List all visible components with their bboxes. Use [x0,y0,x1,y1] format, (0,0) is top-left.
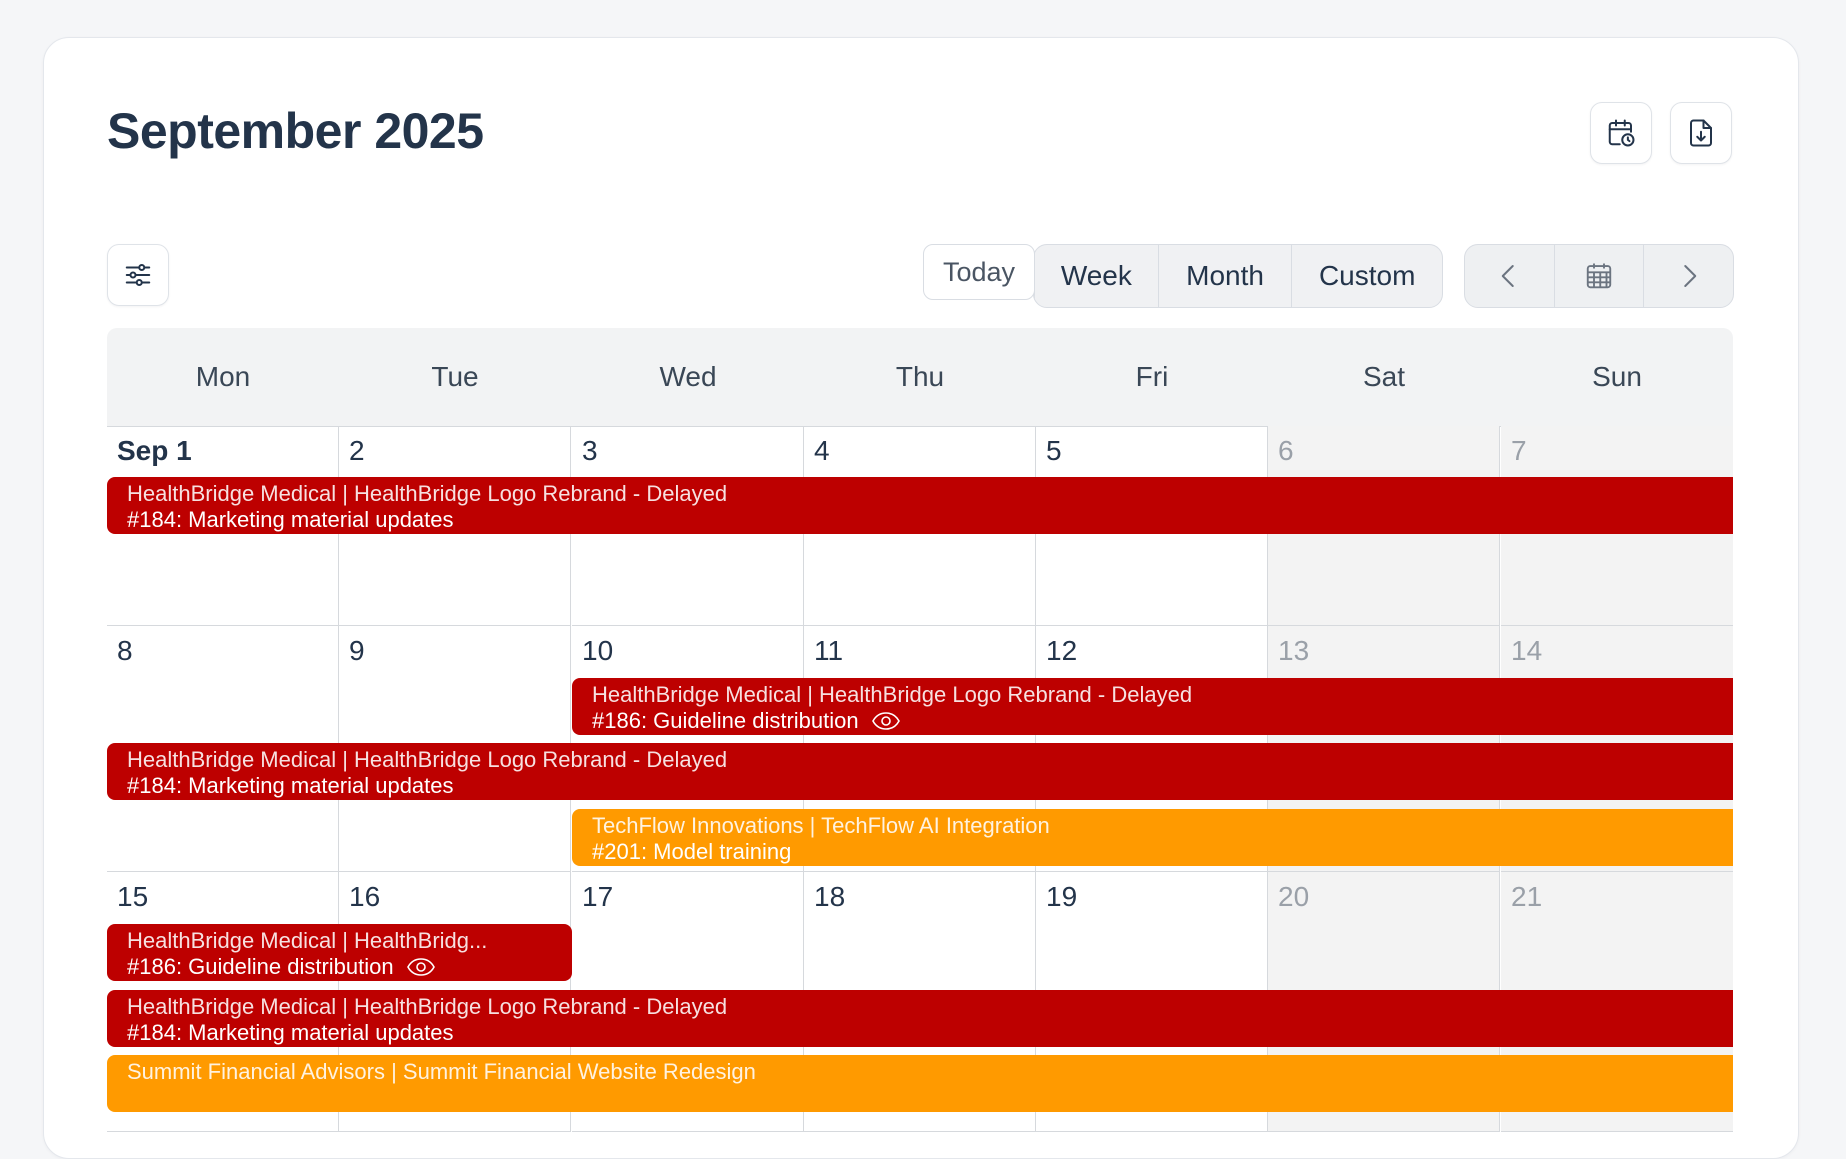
event-title: HealthBridge Medical | HealthBridg... [127,928,488,953]
weekday-sat: Sat [1362,361,1406,392]
weekday-mon: Mon [195,361,251,392]
event-task: #184: Marketing material updates [127,1020,454,1045]
event-title: HealthBridge Medical | HealthBridge Logo… [592,682,1193,707]
event-bar[interactable]: HealthBridge Medical | HealthBridge Logo… [107,990,1733,1047]
event-bar[interactable]: HealthBridge Medical | HealthBridge Logo… [107,477,1733,534]
view-switcher: Week Month Custom [1033,244,1443,308]
view-week[interactable]: Week [1034,245,1158,307]
day-number: 12 [1046,635,1078,666]
watch-icon [871,712,900,730]
event-title: TechFlow Innovations | TechFlow AI Integ… [592,813,1050,838]
day-number: 18 [814,881,846,912]
day-number: 21 [1511,881,1543,912]
day-number: 20 [1278,881,1310,912]
day-number: 6 [1278,435,1294,466]
event-bar[interactable]: Summit Financial Advisors | Summit Finan… [107,1055,1733,1112]
chevron-right-icon [1683,265,1696,287]
event-title: HealthBridge Medical | HealthBridge Logo… [127,747,728,772]
weekday-fri: Fri [1135,361,1169,392]
event-title: HealthBridge Medical | HealthBridge Logo… [127,481,728,506]
day-number: 11 [814,635,844,666]
day-number: 7 [1511,435,1527,466]
event-title: HealthBridge Medical | HealthBridge Logo… [127,994,728,1019]
day-number: 15 [117,881,149,912]
day-number: 14 [1511,635,1543,666]
weekday-wed: Wed [659,361,717,392]
today-button[interactable]: Today [923,244,1035,300]
event-task: #184: Marketing material updates [127,773,454,798]
event-title: Summit Financial Advisors | Summit Finan… [127,1059,756,1084]
month-grid: Mon Tue Wed Thu Fri Sat Sun Sep 1 2 3 4 … [107,328,1733,1132]
day-number: 3 [582,435,598,466]
date-picker-button[interactable] [1553,245,1644,307]
weekday-sun: Sun [1592,361,1642,392]
day-number: 9 [349,635,365,666]
event-bar[interactable]: TechFlow Innovations | TechFlow AI Integ… [572,809,1733,866]
calendar-clock-icon [1608,119,1635,147]
event-bar[interactable]: HealthBridge Medical | HealthBridge Logo… [572,678,1733,735]
event-task: #186: Guideline distribution [127,954,394,979]
event-bar[interactable]: HealthBridge Medical | HealthBridge Logo… [107,743,1733,800]
day-number: 5 [1046,435,1062,466]
sliders-icon [125,264,151,286]
view-month[interactable]: Month [1157,245,1292,307]
next-button[interactable] [1643,245,1733,307]
event-task: #184: Marketing material updates [127,507,454,532]
weekday-thu: Thu [895,361,945,392]
day-number: 8 [117,635,133,666]
day-number: 13 [1278,635,1310,666]
file-download-icon [1690,119,1712,147]
view-custom[interactable]: Custom [1291,245,1442,307]
schedule-button[interactable] [1590,102,1652,164]
day-number: 16 [349,881,381,912]
event-task: #186: Guideline distribution [592,708,859,733]
filter-button[interactable] [107,244,169,306]
previous-button[interactable] [1465,245,1554,307]
day-number: 2 [349,435,365,466]
weekday-tue: Tue [431,361,479,392]
export-button[interactable] [1670,102,1732,164]
day-number: 4 [814,435,830,466]
day-number: 10 [582,635,614,666]
day-number: Sep 1 [117,435,192,466]
weekday-header: Mon Tue Wed Thu Fri Sat Sun [107,328,1733,427]
day-number: 19 [1046,881,1078,912]
event-task: #201: Model training [592,839,792,864]
page-title: September 2025 [107,103,484,159]
calendar-grid-icon [1586,263,1612,289]
chevron-left-icon [1502,265,1515,287]
event-bar[interactable]: HealthBridge Medical | HealthBridg... #1… [107,924,572,981]
date-navigation [1464,244,1734,308]
day-number: 17 [582,881,614,912]
watch-icon [406,958,435,976]
